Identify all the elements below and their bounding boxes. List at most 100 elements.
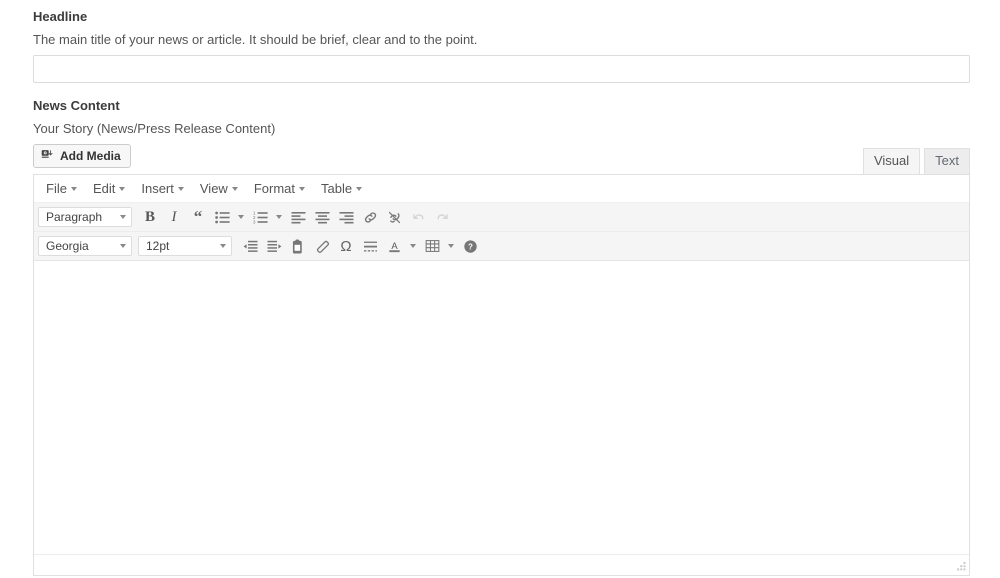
table-dropdown[interactable] bbox=[444, 235, 458, 257]
menu-view-label: View bbox=[199, 180, 228, 196]
chevron-down-icon bbox=[220, 244, 226, 248]
align-left-button[interactable] bbox=[286, 206, 310, 228]
increase-indent-icon bbox=[267, 240, 281, 252]
toolbar-row-2: Georgia 12pt Ω A ? bbox=[34, 232, 969, 261]
italic-icon: I bbox=[171, 208, 177, 225]
chevron-down-icon bbox=[119, 186, 126, 191]
block-format-select[interactable]: Paragraph bbox=[38, 207, 132, 227]
redo-button[interactable] bbox=[430, 206, 454, 228]
paste-as-text-icon bbox=[292, 239, 302, 253]
horizontal-rule-icon bbox=[363, 241, 377, 251]
font-size-select[interactable]: 12pt bbox=[138, 236, 232, 256]
decrease-indent-icon bbox=[243, 240, 257, 252]
menu-edit[interactable]: Edit bbox=[85, 178, 133, 200]
menu-format[interactable]: Format bbox=[246, 178, 313, 200]
special-character-button[interactable]: Ω bbox=[334, 235, 358, 257]
chevron-down-icon bbox=[120, 215, 126, 219]
add-media-label: Add Media bbox=[60, 149, 121, 163]
chevron-down-icon bbox=[70, 186, 77, 191]
font-size-value: 12pt bbox=[146, 239, 170, 253]
link-button[interactable] bbox=[358, 206, 382, 228]
table-button[interactable] bbox=[420, 235, 444, 257]
tab-text[interactable]: Text bbox=[924, 148, 970, 174]
menu-table[interactable]: Table bbox=[313, 178, 370, 200]
align-center-button[interactable] bbox=[310, 206, 334, 228]
menu-file-label: File bbox=[46, 180, 67, 196]
add-media-button[interactable]: Add Media bbox=[33, 144, 131, 168]
italic-button[interactable]: I bbox=[162, 206, 186, 228]
svg-text:3: 3 bbox=[253, 219, 256, 223]
undo-button[interactable] bbox=[406, 206, 430, 228]
undo-icon bbox=[412, 213, 423, 219]
align-right-button[interactable] bbox=[334, 206, 358, 228]
numbered-list-dropdown[interactable] bbox=[272, 206, 286, 228]
chevron-down-icon bbox=[448, 244, 454, 248]
clear-formatting-button[interactable] bbox=[310, 235, 334, 257]
headline-input[interactable] bbox=[33, 55, 970, 83]
menu-insert[interactable]: Insert bbox=[133, 178, 192, 200]
menu-format-label: Format bbox=[253, 180, 295, 196]
font-family-value: Georgia bbox=[46, 239, 89, 253]
special-character-icon: Ω bbox=[340, 237, 352, 255]
chevron-down-icon bbox=[120, 244, 126, 248]
editor-statusbar bbox=[34, 554, 969, 575]
menu-view[interactable]: View bbox=[192, 178, 246, 200]
table-icon bbox=[425, 240, 439, 252]
align-left-icon bbox=[291, 211, 305, 223]
editor-toolbar: Paragraph B I “ 1 2 3 Georgia 12pt Ω A ? bbox=[34, 203, 969, 261]
chevron-down-icon bbox=[238, 215, 244, 219]
chevron-down-icon bbox=[177, 186, 184, 191]
bulleted-list-button[interactable] bbox=[210, 206, 234, 228]
chevron-down-icon bbox=[231, 186, 238, 191]
svg-text:?: ? bbox=[468, 242, 473, 251]
block-format-value: Paragraph bbox=[46, 210, 103, 224]
clear-formatting-icon bbox=[316, 240, 329, 253]
blockquote-icon: “ bbox=[193, 207, 203, 226]
link-icon bbox=[364, 211, 376, 223]
menu-table-label: Table bbox=[321, 180, 353, 196]
menu-file[interactable]: File bbox=[38, 178, 85, 200]
font-family-select[interactable]: Georgia bbox=[38, 236, 132, 256]
headline-description: The main title of your news or article. … bbox=[33, 32, 478, 47]
editor-content-area[interactable] bbox=[34, 261, 969, 554]
editor-top-row: Add Media Visual Text bbox=[33, 144, 970, 174]
svg-text:A: A bbox=[391, 240, 398, 250]
align-center-icon bbox=[315, 211, 329, 223]
chevron-down-icon bbox=[356, 186, 363, 191]
blockquote-button[interactable]: “ bbox=[186, 206, 210, 228]
bold-icon: B bbox=[144, 208, 155, 225]
redo-icon bbox=[437, 213, 448, 219]
numbered-list-icon: 1 2 3 bbox=[253, 211, 268, 224]
unlink-button[interactable] bbox=[382, 206, 406, 228]
toolbar-row-1: Paragraph B I “ 1 2 3 bbox=[34, 203, 969, 232]
horizontal-rule-button[interactable] bbox=[358, 235, 382, 257]
news-content-label: News Content bbox=[33, 98, 120, 113]
numbered-list-button[interactable]: 1 2 3 bbox=[248, 206, 272, 228]
bulleted-list-dropdown[interactable] bbox=[234, 206, 248, 228]
help-button[interactable]: ? bbox=[458, 235, 482, 257]
chevron-down-icon bbox=[299, 186, 305, 191]
menu-edit-label: Edit bbox=[92, 180, 116, 196]
chevron-down-icon bbox=[410, 244, 416, 248]
paste-as-text-button[interactable] bbox=[286, 235, 310, 257]
align-right-icon bbox=[339, 211, 353, 223]
text-color-button[interactable]: A bbox=[382, 235, 406, 257]
bulleted-list-icon bbox=[214, 211, 230, 223]
increase-indent-button[interactable] bbox=[262, 235, 286, 257]
text-color-icon: A bbox=[388, 240, 400, 252]
tinymce-editor: File Edit Insert View Format Table Parag… bbox=[33, 174, 970, 576]
menu-insert-label: Insert bbox=[141, 180, 174, 196]
tab-visual[interactable]: Visual bbox=[862, 148, 921, 174]
editor-mode-tabs: Visual Text bbox=[859, 148, 970, 174]
news-form: Headline The main title of your news or … bbox=[0, 0, 1000, 576]
add-media-icon bbox=[41, 148, 55, 165]
help-icon: ? bbox=[463, 239, 477, 253]
chevron-down-icon bbox=[276, 215, 282, 219]
resize-grip-icon bbox=[957, 562, 966, 571]
decrease-indent-button[interactable] bbox=[238, 235, 262, 257]
text-color-dropdown[interactable] bbox=[406, 235, 420, 257]
unlink-icon bbox=[388, 211, 400, 223]
news-content-description: Your Story (News/Press Release Content) bbox=[33, 121, 276, 136]
bold-button[interactable]: B bbox=[138, 206, 162, 228]
resize-handle[interactable] bbox=[954, 560, 967, 573]
